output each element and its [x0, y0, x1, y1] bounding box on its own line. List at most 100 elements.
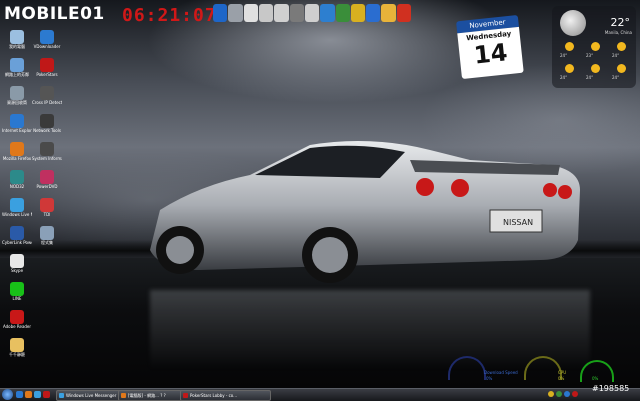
vdownloader-icon — [40, 30, 54, 44]
launcher-app-icon[interactable] — [366, 4, 381, 22]
svg-text:NISSAN: NISSAN — [503, 218, 533, 227]
launcher-app-icon[interactable] — [304, 4, 320, 22]
desktop-icon-label: CyberLink PowerDVD — [2, 240, 32, 245]
icon-qq[interactable]: 千千靜聽 — [2, 338, 32, 364]
cpu-gadget[interactable] — [524, 356, 562, 380]
desktop-icon-label: Network Tools — [33, 128, 61, 133]
live-messenger-icon — [10, 198, 24, 212]
desktop-icon-label: Cross IP Detect — [32, 100, 62, 105]
launcher-app-icon[interactable] — [320, 4, 335, 22]
desktop-icon-label: 網路上的芳鄰 — [5, 72, 29, 77]
forecast-day: 24° — [558, 64, 582, 84]
weather-temperature: 22° — [610, 16, 631, 29]
icon-live-messenger[interactable]: Windows Live Messenger — [2, 198, 32, 224]
launcher-app-icon[interactable] — [381, 4, 396, 22]
taskbar-window-button[interactable]: PokerStars Lobby - co... — [180, 390, 271, 401]
launcher-app-icon[interactable] — [289, 4, 304, 22]
icon-tdi[interactable]: TDI — [32, 198, 62, 224]
icon-firefox[interactable]: Mozilla Firefox — [2, 142, 32, 168]
app-launcher-dock — [213, 2, 412, 24]
desktop-icon-label: NOD32 — [9, 184, 25, 189]
download-speed-gadget[interactable] — [448, 356, 486, 380]
icon-network-tools[interactable]: Network Tools — [32, 114, 62, 140]
quick-launch — [16, 391, 50, 398]
task-app-icon — [121, 393, 126, 398]
icon-powerdvd[interactable]: PowerDVD — [32, 170, 62, 196]
icon-nod32[interactable]: NOD32 — [2, 170, 32, 196]
taskbar-window-button[interactable]: [電腦版] - 網路... ? ? — [118, 390, 187, 401]
cpu-gauge-icon — [524, 356, 562, 380]
icon-network[interactable]: 網路上的芳鄰 — [2, 58, 32, 84]
download-label: Download Speed — [484, 370, 518, 375]
forecast-temp: 24° — [586, 75, 594, 80]
forecast-day: 24° — [610, 64, 634, 84]
icon-ie[interactable]: Internet Explorer — [2, 114, 32, 140]
desktop-icon-label: 我的電腦 — [9, 44, 25, 49]
task-label: PokerStars Lobby - co... — [190, 393, 237, 398]
forecast-day: 24° — [558, 42, 582, 62]
launcher-app-icon[interactable] — [228, 4, 243, 22]
nod32-icon — [10, 170, 24, 184]
forecast-temp: 24° — [612, 75, 620, 80]
icon-system[interactable]: System Information — [32, 142, 62, 168]
icon-adobe-reader[interactable]: Adobe Reader — [2, 310, 32, 336]
download-value: 0% — [486, 376, 493, 381]
sun-icon — [591, 64, 600, 73]
icon-cross-ip[interactable]: Cross IP Detect — [32, 86, 62, 112]
launcher-app-icon[interactable] — [213, 4, 228, 22]
launcher-app-icon[interactable] — [258, 4, 274, 22]
icon-my-computer[interactable]: 我的電腦 — [2, 30, 32, 56]
quick-launch-icon[interactable] — [34, 391, 41, 398]
desktop-icon-label: Skype — [10, 268, 24, 273]
desktop-icon-label: Mozilla Firefox — [2, 156, 32, 161]
tray-icon[interactable] — [572, 391, 578, 397]
launcher-app-icon[interactable] — [274, 4, 289, 22]
start-button[interactable] — [2, 389, 13, 400]
calendar-gadget[interactable]: November Wednesday 14 — [456, 14, 524, 81]
program-icon — [40, 226, 54, 240]
quick-launch-icon[interactable] — [43, 391, 50, 398]
icon-cyberlink[interactable]: CyberLink PowerDVD — [2, 226, 32, 252]
icon-pokerstars[interactable]: PokerStars — [32, 58, 62, 84]
quick-launch-icon[interactable] — [16, 391, 23, 398]
taskbar-window-button[interactable]: Windows Live Messenger — [56, 390, 125, 401]
tray-icon[interactable] — [556, 391, 562, 397]
icon-skype[interactable]: Skype — [2, 254, 32, 280]
skype-icon — [10, 254, 24, 268]
system-tray — [548, 391, 578, 397]
quick-launch-icon[interactable] — [25, 391, 32, 398]
forecast-day: 24° — [584, 64, 608, 84]
forecast-temp: 24° — [612, 53, 620, 58]
task-label: [電腦版] - 網路... ? ? — [128, 393, 166, 398]
desktop-wallpaper: NISSAN — [0, 0, 640, 388]
watermark: #198585 — [592, 384, 630, 393]
desktop-icon-label: Adobe Reader — [2, 324, 32, 329]
icon-vdownloader[interactable]: VDownloader — [32, 30, 62, 56]
icon-recycle-bin[interactable]: 資源回收筒 — [2, 86, 32, 112]
desktop-icon-label: LINE — [12, 296, 22, 301]
icon-program[interactable]: 程式集 — [32, 226, 62, 252]
taskbar: Windows Live Messenger [電腦版] - 網路... ? ? P… — [0, 388, 640, 401]
desktop-icon-label: VDownloader — [33, 44, 61, 49]
launcher-app-icon[interactable] — [335, 4, 350, 22]
adobe-reader-icon — [10, 310, 24, 324]
desktop-icon-label: TDI — [43, 212, 51, 217]
launcher-app-icon[interactable] — [350, 4, 366, 22]
forecast-day: 23° — [584, 42, 608, 62]
sun-icon — [565, 42, 574, 51]
car-image: NISSAN — [150, 141, 580, 283]
desktop-icon-label: System Information — [32, 156, 62, 161]
forecast-temp: 24° — [560, 75, 568, 80]
cross-ip-icon — [40, 86, 54, 100]
mobile01-logo: MOBILE01 — [4, 4, 105, 24]
icon-line[interactable]: LINE — [2, 282, 32, 308]
launcher-app-icon[interactable] — [243, 4, 258, 22]
launcher-app-icon[interactable] — [396, 4, 412, 22]
weather-gadget[interactable]: 22° Manila, China 24° 23° 24° 24° 24° 24° — [552, 6, 636, 88]
top-bar: MOBILE01 06:21:07 — [0, 0, 640, 26]
tray-icon[interactable] — [548, 391, 554, 397]
tray-icon[interactable] — [564, 391, 570, 397]
task-label: Windows Live Messenger — [66, 393, 117, 398]
line-icon — [10, 282, 24, 296]
firefox-icon — [10, 142, 24, 156]
